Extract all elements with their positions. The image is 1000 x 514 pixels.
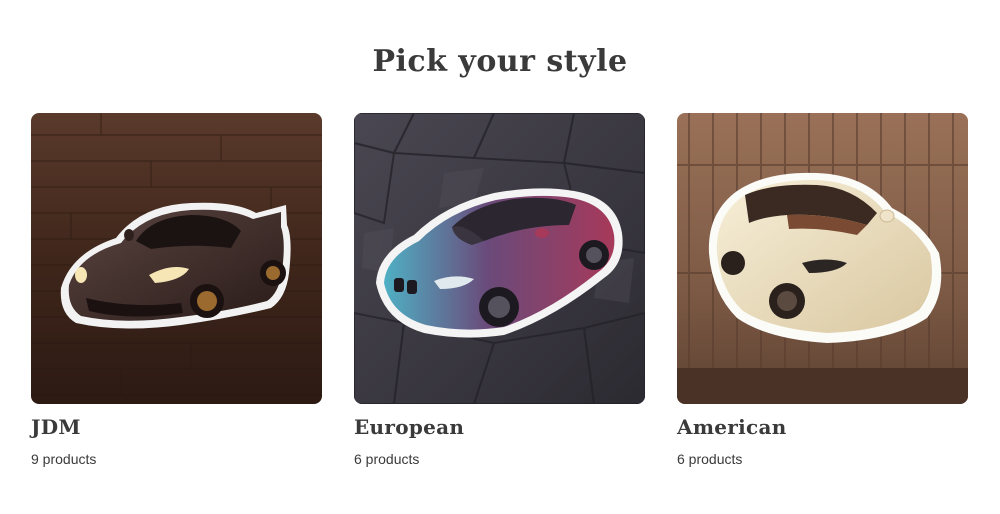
collection-grid: JDM 9 products European 6 products Ameri… — [31, 113, 968, 467]
collection-product-count: 6 products — [677, 451, 743, 467]
collection-image-european[interactable] — [354, 113, 645, 404]
collection-card-jdm[interactable]: JDM 9 products — [31, 113, 322, 467]
collection-section: Pick your style JDM 9 products European … — [0, 0, 1000, 514]
collection-image-jdm[interactable] — [31, 113, 322, 404]
collection-product-count: 9 products — [31, 451, 97, 467]
collection-title[interactable]: European — [354, 415, 645, 443]
collection-title[interactable]: JDM — [31, 415, 322, 443]
section-title: Pick your style — [372, 44, 628, 79]
coupe-sticker-icon — [354, 113, 645, 404]
dark-roadster-sticker-icon — [31, 113, 322, 404]
collection-image-american[interactable] — [677, 113, 968, 404]
collection-card-european[interactable]: European 6 products — [354, 113, 645, 467]
collection-title[interactable]: American — [677, 415, 968, 443]
collection-card-american[interactable]: American 6 products — [677, 113, 968, 467]
cream-sedan-sticker-icon — [677, 113, 968, 404]
collection-product-count: 6 products — [354, 451, 420, 467]
